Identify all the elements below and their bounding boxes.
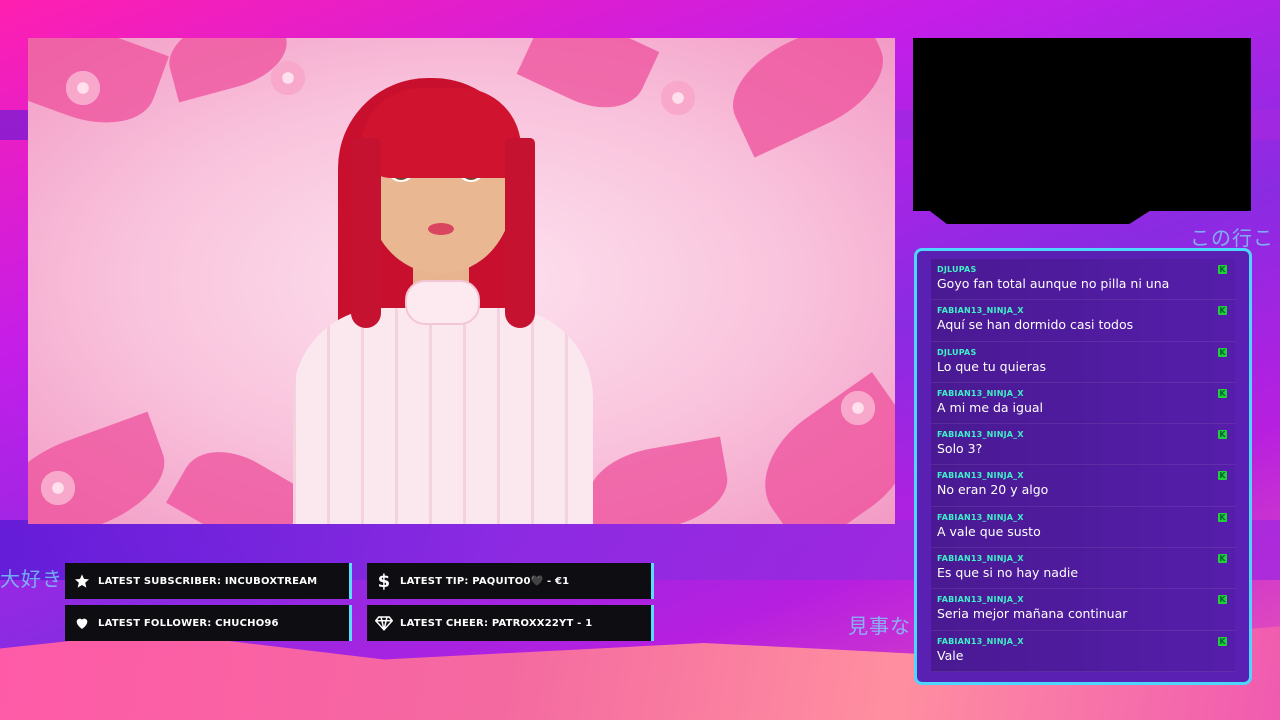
kick-badge-icon: K xyxy=(1218,265,1227,274)
main-scene xyxy=(28,38,895,524)
chat-username[interactable]: FABIAN13_NINJA_X xyxy=(937,554,1227,563)
chat-message-text: Vale xyxy=(937,647,964,663)
leaf-decoration xyxy=(716,38,895,158)
kick-badge-icon: K xyxy=(1218,595,1227,605)
chat-username[interactable]: FABIAN13_NINJA_X xyxy=(937,471,1227,480)
decorative-japanese-text: この行こ xyxy=(1190,226,1274,250)
chat-username[interactable]: DJLUPAS xyxy=(937,265,1227,274)
latest-tip-panel: $ LATEST TIP: PAQUITO0🖤 - €1 xyxy=(367,563,654,599)
latest-tip-label: LATEST TIP: PAQUITO0🖤 - €1 xyxy=(400,575,570,587)
chat-username[interactable]: FABIAN13_NINJA_X xyxy=(937,389,1227,398)
latest-follower-panel: LATEST FOLLOWER: CHUCHO96 xyxy=(65,605,352,641)
chat-message-text: Seria mejor mañana continuar xyxy=(937,606,1128,622)
kick-badge-icon: K xyxy=(1218,636,1227,646)
chat-username[interactable]: FABIAN13_NINJA_X xyxy=(937,513,1227,522)
avatar-hair-strand xyxy=(505,138,535,328)
chat-message: DJLUPAS Goyo fan total aunque no pilla ni… xyxy=(931,259,1235,301)
kick-badge-icon: K xyxy=(1218,471,1227,481)
latest-subscriber-label: LATEST SUBSCRIBER: INCUBOXTREAM xyxy=(98,575,318,587)
chat-message-text: Es que si no hay nadie xyxy=(937,565,1079,581)
latest-cheer-panel: LATEST CHEER: PATROXX22YT - 1 xyxy=(367,605,654,641)
vtuber-avatar xyxy=(283,58,603,524)
leaf-decoration xyxy=(28,411,179,524)
chat-message-text: Goyo fan total aunque no pilla ni una xyxy=(937,276,1170,291)
chat-message-text: A vale que susto xyxy=(937,523,1041,539)
chat-username[interactable]: FABIAN13_NINJA_X xyxy=(937,637,1227,646)
latest-subscriber-panel: LATEST SUBSCRIBER: INCUBOXTREAM xyxy=(65,563,352,599)
chat-message-text: A mi me da igual xyxy=(937,399,1044,415)
dollar-icon: $ xyxy=(377,570,391,592)
flower-decoration xyxy=(63,68,103,108)
heart-icon xyxy=(73,614,91,632)
chat-username[interactable]: FABIAN13_NINJA_X xyxy=(937,430,1227,439)
flower-decoration xyxy=(38,468,78,508)
decorative-japanese-text: 大好き xyxy=(0,567,63,591)
kick-badge-icon: K xyxy=(1218,554,1227,564)
chat-message: FABIAN13_NINJA_X Aquí se han dormido casi… xyxy=(931,300,1235,342)
avatar-mouth xyxy=(428,223,454,235)
avatar-sweater xyxy=(293,308,593,524)
avatar-hair-strand xyxy=(351,138,381,328)
avatar-bangs xyxy=(361,88,521,178)
kick-badge-icon: K xyxy=(1218,347,1227,357)
chat-username[interactable]: FABIAN13_NINJA_X xyxy=(937,306,1227,315)
chat-message: FABIAN13_NINJA_X Solo 3? K xyxy=(931,424,1235,466)
chat-message-text: Lo que tu quieras xyxy=(937,358,1047,374)
kick-badge-icon: K xyxy=(1218,388,1227,398)
kick-badge-icon: K xyxy=(1218,512,1227,522)
chat-message: FABIAN13_NINJA_X A vale que susto K xyxy=(931,506,1235,549)
kick-badge-icon: K xyxy=(1218,430,1227,440)
chat-message: FABIAN13_NINJA_X A mi me da igual K xyxy=(931,382,1235,425)
chat-box[interactable]: DJLUPAS Goyo fan total aunque no pilla ni… xyxy=(914,248,1252,685)
kick-badge-icon: K xyxy=(1218,306,1227,316)
latest-cheer-label: LATEST CHEER: PATROXX22YT - 1 xyxy=(400,617,593,629)
chat-message-text: Aquí se han dormido casi todos xyxy=(937,317,1134,333)
chat-username[interactable]: FABIAN13_NINJA_X xyxy=(937,595,1227,604)
flower-decoration xyxy=(838,388,878,428)
chat-message: FABIAN13_NINJA_X Es que si no hay nadie K xyxy=(931,548,1235,590)
chat-message: FABIAN13_NINJA_X Vale K xyxy=(931,630,1235,672)
star-icon xyxy=(73,572,91,590)
chat-message-text: Solo 3? xyxy=(937,441,983,457)
decorative-japanese-text: 見事な xyxy=(848,614,911,638)
chat-message-text: No eran 20 y algo xyxy=(937,482,1049,498)
diamond-icon xyxy=(375,614,393,632)
chat-message: FABIAN13_NINJA_X No eran 20 y algo K xyxy=(931,465,1235,507)
chat-message: FABIAN13_NINJA_X Seria mejor mañana conti… xyxy=(931,589,1235,631)
avatar-collar xyxy=(405,280,480,325)
leaf-decoration xyxy=(582,436,734,524)
latest-follower-label: LATEST FOLLOWER: CHUCHO96 xyxy=(98,617,279,629)
chat-message: DJLUPAS Lo que tu quieras K xyxy=(931,341,1235,383)
chat-username[interactable]: DJLUPAS xyxy=(937,348,1227,357)
webcam-frame xyxy=(913,38,1251,224)
flower-decoration xyxy=(658,78,698,118)
